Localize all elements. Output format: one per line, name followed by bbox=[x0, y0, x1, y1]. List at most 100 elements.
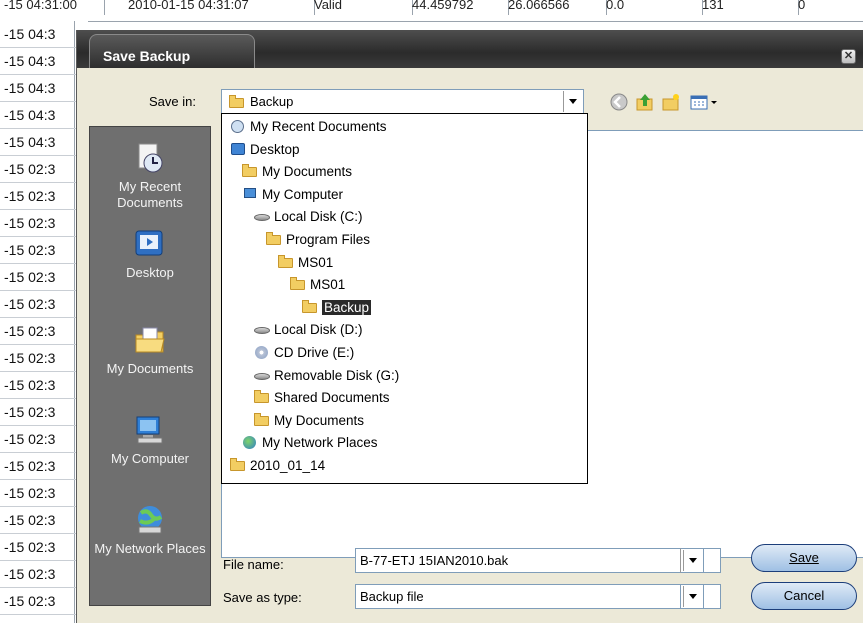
chevron-down-icon[interactable] bbox=[683, 550, 702, 571]
folder-icon bbox=[278, 254, 294, 269]
folder-icon bbox=[302, 299, 318, 314]
place-network-places[interactable]: My Network Places bbox=[90, 503, 210, 557]
network-icon bbox=[242, 436, 258, 450]
background-grid-rows: -15 04:3 -15 04:3 -15 04:3 -15 04:3 -15 04:3… bbox=[0, 21, 88, 623]
dropdown-item[interactable]: CD Drive (E:) bbox=[254, 342, 354, 364]
background-row: -15 02:3 bbox=[0, 588, 88, 615]
save-as-type-dropdown[interactable] bbox=[680, 584, 704, 609]
chevron-down-icon[interactable] bbox=[563, 91, 582, 112]
cancel-button-label: Cancel bbox=[783, 588, 825, 603]
dropdown-item[interactable]: Program Files bbox=[266, 229, 370, 251]
dropdown-item[interactable]: My Network Places bbox=[242, 432, 378, 454]
dropdown-item[interactable]: My Documents bbox=[242, 161, 352, 183]
file-name-dropdown[interactable] bbox=[680, 548, 704, 573]
dropdown-item-label: Program Files bbox=[286, 232, 371, 247]
save-as-type-select[interactable]: Backup file bbox=[355, 584, 721, 609]
up-folder-icon[interactable] bbox=[635, 92, 655, 112]
disk-icon bbox=[254, 323, 270, 336]
place-my-computer[interactable]: My Computer bbox=[90, 413, 210, 467]
my-documents-icon bbox=[133, 323, 167, 357]
dropdown-item[interactable]: Removable Disk (G:) bbox=[254, 365, 399, 387]
dropdown-item[interactable]: Backup bbox=[302, 297, 372, 319]
file-name-label: File name: bbox=[223, 557, 284, 572]
disk-icon bbox=[254, 210, 270, 223]
recent-documents-icon bbox=[133, 141, 167, 175]
dropdown-item[interactable]: My Documents bbox=[254, 410, 364, 432]
cancel-button[interactable]: Cancel bbox=[751, 582, 857, 610]
dropdown-item-label: My Network Places bbox=[262, 435, 378, 451]
background-row: -15 02:3 bbox=[0, 183, 88, 210]
background-row: -15 02:3 bbox=[0, 480, 88, 507]
place-recent-documents[interactable]: My Recent Documents bbox=[90, 141, 210, 211]
background-row: -15 02:3 bbox=[0, 345, 88, 372]
disk-icon bbox=[254, 369, 270, 382]
save-backup-dialog: Save Backup ✕ Save in: Backup My Recent … bbox=[76, 30, 863, 623]
background-row: -15 02:3 bbox=[0, 318, 88, 345]
dropdown-item-label: Removable Disk (G:) bbox=[274, 367, 400, 383]
background-row: -15 02:3 bbox=[0, 237, 88, 264]
title-bar[interactable]: Save Backup ✕ bbox=[77, 30, 863, 68]
dropdown-item-label: MS01 bbox=[310, 277, 346, 293]
dropdown-item[interactable]: 2010_01_14 bbox=[230, 455, 325, 477]
grid-cell: 131 bbox=[698, 0, 799, 15]
background-row: -15 02:3 bbox=[0, 291, 88, 318]
grid-cell: -15 04:31:00 bbox=[0, 0, 105, 15]
background-row: -15 02:3 bbox=[0, 507, 88, 534]
back-icon[interactable] bbox=[609, 92, 629, 112]
folder-icon bbox=[290, 277, 306, 291]
background-row: -15 02:3 bbox=[0, 534, 88, 561]
recent-icon bbox=[230, 120, 246, 133]
close-icon[interactable]: ✕ bbox=[841, 49, 856, 64]
background-row: -15 02:3 bbox=[0, 399, 88, 426]
dropdown-item[interactable]: Desktop bbox=[230, 139, 300, 161]
grid-cell: 26.066566 bbox=[504, 0, 607, 15]
dropdown-item[interactable]: Shared Documents bbox=[254, 387, 390, 409]
folder-icon bbox=[230, 458, 246, 472]
place-desktop[interactable]: Desktop bbox=[90, 227, 210, 281]
dropdown-item[interactable]: My Recent Documents bbox=[230, 116, 387, 138]
new-folder-icon[interactable] bbox=[661, 92, 681, 112]
dropdown-item-label: My Documents bbox=[262, 164, 353, 180]
dialog-title: Save Backup bbox=[103, 48, 191, 64]
folder-icon bbox=[266, 232, 282, 246]
desktop-icon bbox=[133, 227, 167, 261]
save-as-type-label: Save as type: bbox=[223, 590, 302, 605]
dropdown-item-label: Backup bbox=[322, 299, 372, 315]
folder-icon bbox=[254, 390, 270, 404]
background-row: -15 02:3 bbox=[0, 210, 88, 237]
save-button[interactable]: Save bbox=[751, 544, 857, 572]
dropdown-item-label: My Documents bbox=[274, 412, 365, 428]
dropdown-item[interactable]: Local Disk (C:) bbox=[254, 206, 363, 228]
dropdown-item-label: CD Drive (E:) bbox=[274, 345, 355, 360]
background-row: -15 02:3 bbox=[0, 453, 88, 480]
background-row: -15 04:3 bbox=[0, 102, 88, 129]
dropdown-item-label: My Computer bbox=[262, 186, 344, 202]
dropdown-item[interactable]: MS01 bbox=[290, 274, 345, 296]
dropdown-item[interactable]: My Computer bbox=[242, 184, 343, 206]
background-row: -15 02:3 bbox=[0, 372, 88, 399]
background-row: -15 04:3 bbox=[0, 75, 88, 102]
place-label: Desktop bbox=[126, 265, 174, 280]
grid-cell: 2010-01-15 04:31:07 bbox=[124, 0, 315, 15]
grid-cell: 0.0 bbox=[602, 0, 703, 15]
save-in-label: Save in: bbox=[149, 94, 196, 109]
background-row: -15 02:3 bbox=[0, 561, 88, 588]
folder-icon bbox=[229, 95, 245, 108]
views-menu-icon[interactable] bbox=[689, 92, 721, 112]
dropdown-item-label: Shared Documents bbox=[274, 390, 390, 406]
dropdown-item-label: MS01 bbox=[298, 254, 334, 270]
dropdown-item[interactable]: MS01 bbox=[278, 252, 333, 274]
place-my-documents[interactable]: My Documents bbox=[90, 323, 210, 377]
places-bar: My Recent Documents Desktop My Documents… bbox=[89, 126, 211, 606]
file-name-field[interactable]: B-77-ETJ 15IAN2010.bak bbox=[355, 548, 721, 573]
cd-icon bbox=[254, 346, 270, 359]
background-row: -15 04:3 bbox=[0, 48, 88, 75]
background-row: -15 02:3 bbox=[0, 426, 88, 453]
chevron-down-icon[interactable] bbox=[683, 586, 702, 607]
dropdown-item-label: Desktop bbox=[250, 141, 300, 157]
file-name-value: B-77-ETJ 15IAN2010.bak bbox=[360, 553, 509, 568]
save-in-combobox[interactable]: Backup bbox=[221, 89, 584, 114]
desktop-icon bbox=[230, 142, 246, 156]
dropdown-item[interactable]: Local Disk (D:) bbox=[254, 319, 363, 341]
folder-icon bbox=[254, 412, 270, 427]
